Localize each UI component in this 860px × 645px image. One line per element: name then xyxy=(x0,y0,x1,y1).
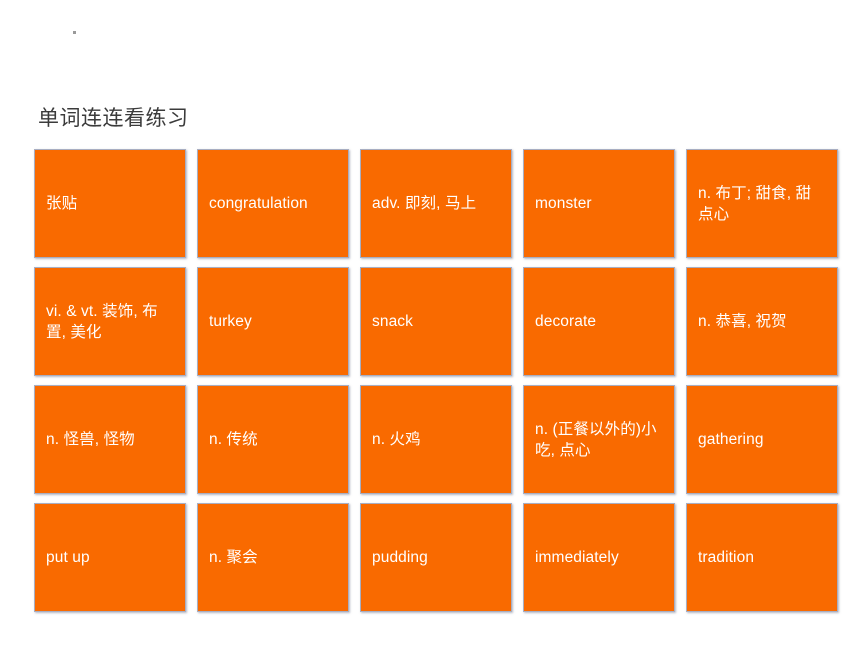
word-card-label: n. 火鸡 xyxy=(372,431,421,448)
word-card[interactable]: 张贴 xyxy=(34,149,186,258)
word-card[interactable]: tradition xyxy=(686,503,838,612)
word-card[interactable]: decorate xyxy=(523,267,675,376)
word-card[interactable]: n. 火鸡 xyxy=(360,385,512,494)
word-card[interactable]: pudding xyxy=(360,503,512,612)
word-card-label: pudding xyxy=(372,549,428,566)
word-card[interactable]: n. (正餐以外的)小吃, 点心 xyxy=(523,385,675,494)
word-card-label: immediately xyxy=(535,549,619,566)
word-card-label: adv. 即刻, 马上 xyxy=(372,195,477,212)
word-card-label: n. 恭喜, 祝贺 xyxy=(698,313,787,330)
word-card-label: congratulation xyxy=(209,195,308,212)
word-card-label: turkey xyxy=(209,313,252,330)
word-card-label: decorate xyxy=(535,313,597,330)
decorative-dot xyxy=(73,31,76,34)
word-card[interactable]: snack xyxy=(360,267,512,376)
word-card-label: n. 聚会 xyxy=(209,549,258,566)
word-card-label: n. 怪兽, 怪物 xyxy=(46,431,135,448)
word-card-label: vi. & vt. 装饰, 布置, 美化 xyxy=(46,302,158,341)
word-card[interactable]: n. 聚会 xyxy=(197,503,349,612)
word-card[interactable]: n. 布丁; 甜食, 甜点心 xyxy=(686,149,838,258)
word-card[interactable]: congratulation xyxy=(197,149,349,258)
word-card[interactable]: n. 传统 xyxy=(197,385,349,494)
word-card[interactable]: n. 怪兽, 怪物 xyxy=(34,385,186,494)
word-card-label: snack xyxy=(372,313,413,330)
word-match-grid: 张贴 congratulation adv. 即刻, 马上 monster n. 布丁;… xyxy=(34,149,838,612)
word-card[interactable]: immediately xyxy=(523,503,675,612)
word-card[interactable]: gathering xyxy=(686,385,838,494)
word-card-label: n. (正餐以外的)小吃, 点心 xyxy=(535,420,657,459)
word-card-label: put up xyxy=(46,549,90,566)
word-card[interactable]: monster xyxy=(523,149,675,258)
word-card-label: 张贴 xyxy=(46,195,78,212)
word-card-label: n. 传统 xyxy=(209,431,258,448)
word-card-label: gathering xyxy=(698,431,764,448)
word-card-label: monster xyxy=(535,195,592,212)
page-title: 单词连连看练习 xyxy=(38,106,189,130)
word-card[interactable]: turkey xyxy=(197,267,349,376)
word-card-label: tradition xyxy=(698,549,755,566)
word-card-label: n. 布丁; 甜食, 甜点心 xyxy=(698,184,812,223)
word-card[interactable]: n. 恭喜, 祝贺 xyxy=(686,267,838,376)
word-card[interactable]: put up xyxy=(34,503,186,612)
word-card[interactable]: vi. & vt. 装饰, 布置, 美化 xyxy=(34,267,186,376)
word-card[interactable]: adv. 即刻, 马上 xyxy=(360,149,512,258)
